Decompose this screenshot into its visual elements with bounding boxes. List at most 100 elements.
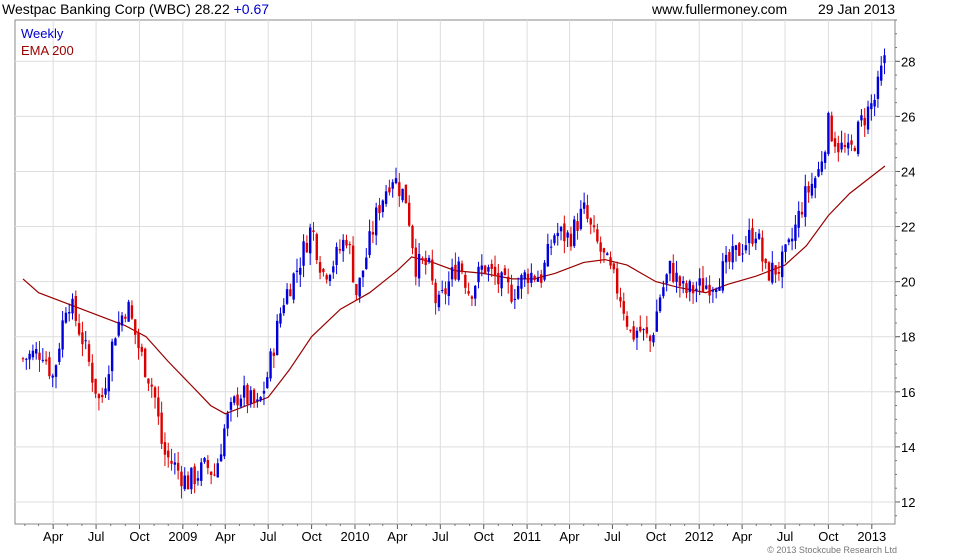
candle-body [520,275,523,289]
candle-body [761,237,764,262]
candle-body [117,321,120,336]
candle-body [285,289,289,304]
x-tick-label: 2012 [685,529,714,544]
copyright: © 2013 Stockcube Research Ltd [767,545,897,555]
candle-body [305,242,309,253]
candle-body [705,285,708,289]
candle-body [493,266,497,277]
candle-body [431,259,434,281]
x-tick-label: Oct [818,529,839,544]
candle-body [467,291,470,294]
candle-body [483,265,487,273]
x-tick-label: Oct [474,529,495,544]
candle-body [256,399,259,402]
candle-body [54,365,58,377]
candle-body [107,374,111,392]
candle-body [688,281,691,293]
candle-body [523,272,526,280]
candle-body [338,249,342,251]
candle-body [325,275,328,280]
candle-body [64,312,68,323]
candle-body [292,273,295,300]
candle-body [559,227,563,232]
candle-body [404,184,408,204]
candle-body [176,462,180,471]
candle-body [850,140,853,145]
candle-body [536,277,540,282]
candle-body [870,103,873,110]
candle-body [41,359,45,361]
candle-body [477,266,480,283]
candle-body [757,233,761,239]
candle-body [200,462,203,481]
candle-body [487,267,490,272]
candle-body [837,143,840,153]
candle-body [384,191,388,204]
candle-body [635,330,639,338]
candle-body [658,297,662,312]
candle-body [437,294,441,308]
candle-body [774,265,777,275]
candle-body [77,323,81,335]
candle-body [444,288,447,295]
candle-body [361,270,365,278]
candle-body [216,463,219,478]
candle-body [602,248,606,253]
candle-body [414,247,418,277]
candle-body [500,272,503,289]
candle-body [781,251,784,278]
candle-body [724,254,728,263]
candle-body [58,348,61,363]
candle-body [460,263,464,273]
candle-body [767,262,771,281]
candle-body [203,458,206,462]
candle-body [114,338,117,346]
candle-body [44,359,48,362]
candle-body [147,378,150,384]
candle-body [61,320,64,350]
candle-body [351,245,355,283]
candle-body [777,272,781,274]
candle-body [582,202,586,209]
candle-body [678,276,682,287]
candle-body [120,315,124,326]
x-tick-label: Jul [88,529,105,544]
candle-body [731,246,734,263]
candle-body [619,297,622,302]
candle-body [866,106,870,130]
candle-body [441,290,444,292]
candle-body [685,283,688,293]
candle-body [856,121,860,154]
candle-body [328,275,332,281]
x-tick-label: Apr [732,529,753,544]
candle-body [417,253,421,279]
candle-body [804,186,807,217]
candle-body [180,471,183,487]
candle-body [302,241,305,266]
candle-body [553,235,556,244]
candle-body [645,327,649,334]
candle-body [219,454,223,462]
candle-body [540,274,543,283]
candle-body [794,224,797,241]
candle-body [830,115,833,142]
candle-body [365,257,368,269]
candle-body [665,274,668,284]
candle-body [246,384,249,405]
candle-body [566,232,569,238]
candle-body [751,227,754,244]
candle-body [295,270,299,273]
x-tick-label: 2011 [513,529,541,544]
candle-body [563,223,566,242]
candle-body [464,274,467,288]
y-tick-label: 20 [901,275,915,290]
legend-weekly: Weekly [21,26,64,41]
candle-body [229,402,233,410]
candle-body [173,462,177,465]
x-tick-label: Oct [646,529,667,544]
candle-body [239,398,243,407]
candle-body [348,243,351,246]
candle-body [408,202,411,226]
y-tick-label: 16 [901,385,915,400]
candle-body [31,350,35,358]
